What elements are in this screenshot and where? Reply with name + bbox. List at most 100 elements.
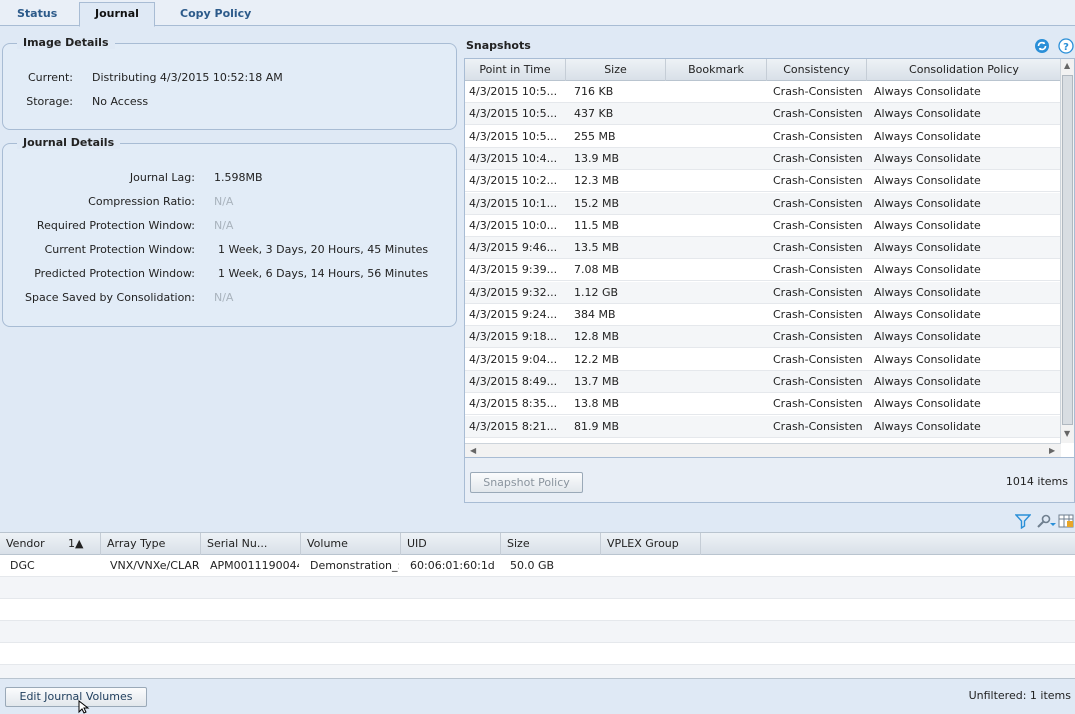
- volumes-footer: Edit Journal Volumes Unfiltered: 1 items: [0, 678, 1075, 714]
- consistency-cell: Crash-Consisten: [773, 419, 863, 433]
- point-in-time-cell: 4/3/2015 9:32...: [469, 285, 558, 299]
- size-cell: 81.9 MB: [574, 419, 620, 433]
- space-saved-label: Space Saved by Consolidation:: [25, 291, 195, 304]
- bookmark-cell: [671, 326, 765, 348]
- current-protection-window-value: 1 Week, 3 Days, 20 Hours, 45 Minutes: [218, 243, 429, 256]
- svg-text:?: ?: [1063, 42, 1069, 53]
- size-cell: 1.12 GB: [574, 285, 619, 299]
- scroll-right-icon[interactable]: ▶: [1049, 446, 1055, 455]
- size-cell: 13.5 MB: [574, 241, 620, 255]
- col-size[interactable]: Size: [566, 59, 666, 81]
- table-row[interactable]: 4/3/2015 10:2... 12.3 MB Crash-Consisten Al…: [465, 170, 1061, 193]
- vplex-group-cell: [610, 555, 699, 577]
- array-type-cell: VNX/VNXe/CLAR: [110, 559, 199, 572]
- table-row[interactable]: 4/3/2015 9:04... 12.2 MB Crash-Consisten Al…: [465, 349, 1061, 371]
- bookmark-cell: [671, 304, 765, 326]
- tab-journal[interactable]: Journal: [79, 2, 155, 27]
- predicted-protection-window-value: 1 Week, 6 Days, 14 Hours, 56 Minutes: [218, 267, 429, 280]
- col-bookmark[interactable]: Bookmark: [666, 59, 767, 81]
- col-vplex-group[interactable]: VPLEX Group: [601, 533, 701, 555]
- table-row[interactable]: 4/3/2015 9:39... 7.08 MB Crash-Consisten Al…: [465, 259, 1061, 282]
- size-cell: 11.5 MB: [574, 218, 620, 232]
- uid-cell: 60:06:01:60:1d: [410, 559, 495, 572]
- table-row[interactable]: 4/3/2015 8:49... 13.7 MB Crash-Consisten Al…: [465, 370, 1061, 393]
- sort-ascending-icon[interactable]: 1▲: [68, 533, 83, 554]
- scroll-up-icon[interactable]: ▲: [1064, 61, 1070, 70]
- mouse-cursor-icon: [78, 699, 90, 714]
- point-in-time-cell: 4/3/2015 9:18...: [469, 330, 558, 344]
- scroll-thumb[interactable]: [1062, 75, 1073, 425]
- point-in-time-cell: 4/3/2015 9:39...: [469, 263, 558, 277]
- table-row[interactable]: 4/3/2015 10:5... 255 MB Crash-Consisten Alw…: [465, 126, 1061, 148]
- snapshots-vertical-scrollbar[interactable]: ▲ ▼: [1060, 59, 1074, 443]
- help-icon[interactable]: ?: [1058, 38, 1074, 54]
- point-in-time-cell: 4/3/2015 10:5...: [469, 129, 558, 143]
- consistency-cell: Crash-Consisten: [773, 107, 863, 121]
- table-row[interactable]: 4/3/2015 10:1... 15.2 MB Crash-Consisten Al…: [465, 192, 1061, 215]
- table-row[interactable]: 4/3/2015 10:5... 716 KB Crash-Consisten Alw…: [465, 81, 1061, 103]
- empty-row: [0, 599, 1075, 621]
- size-cell: 716 KB: [574, 85, 614, 98]
- col-serial-number[interactable]: Serial Nu...: [201, 533, 301, 555]
- consistency-cell: Crash-Consisten: [773, 151, 863, 165]
- size-cell: 384 MB: [574, 308, 616, 321]
- bookmark-cell: [671, 103, 765, 125]
- snapshot-items-count: 1014 items: [1005, 475, 1068, 488]
- col-consistency[interactable]: Consistency: [767, 59, 867, 81]
- table-row[interactable]: 4/3/2015 9:32... 1.12 GB Crash-Consisten Al…: [465, 281, 1061, 304]
- table-row[interactable]: 4/3/2015 9:24... 384 MB Crash-Consisten Alw…: [465, 304, 1061, 326]
- consolidation-policy-cell: Always Consolidate: [874, 85, 981, 98]
- required-protection-window-value: N/A: [214, 219, 234, 232]
- image-details-panel: Image Details Current: Distributing 4/3/…: [2, 36, 457, 130]
- bookmark-cell: [671, 259, 765, 281]
- volume-cell: Demonstration_:: [310, 559, 399, 572]
- journal-details-panel: Journal Details Journal Lag: 1.598MB Com…: [2, 136, 457, 327]
- table-row[interactable]: 4/3/2015 9:18... 12.8 MB Crash-Consisten Al…: [465, 326, 1061, 349]
- table-row[interactable]: DGC VNX/VNXe/CLAR APM0011190044 Demonstr…: [0, 555, 1075, 577]
- point-in-time-cell: 4/3/2015 9:04...: [469, 352, 558, 366]
- scroll-down-icon[interactable]: ▼: [1064, 429, 1070, 438]
- columns-icon[interactable]: [1058, 513, 1074, 529]
- col-volume[interactable]: Volume: [301, 533, 401, 555]
- serial-number-cell: APM0011190044: [210, 559, 299, 572]
- table-row[interactable]: 4/3/2015 10:5... 437 KB Crash-Consisten Alw…: [465, 103, 1061, 126]
- consolidation-policy-cell: Always Consolidate: [874, 129, 981, 143]
- image-details-legend: Image Details: [17, 36, 115, 49]
- edit-journal-volumes-button[interactable]: Edit Journal Volumes: [5, 687, 147, 707]
- consolidation-policy-cell: Always Consolidate: [874, 196, 981, 210]
- snapshots-horizontal-scrollbar[interactable]: ◀ ▶: [465, 443, 1061, 457]
- col-vendor-label: Vendor: [6, 537, 45, 550]
- size-cell: 13.7 MB: [574, 374, 620, 388]
- point-in-time-cell: 4/3/2015 10:4...: [469, 151, 558, 165]
- journal-lag-label: Journal Lag:: [129, 171, 195, 184]
- tools-icon[interactable]: [1036, 513, 1056, 529]
- consistency-cell: Crash-Consisten: [773, 218, 863, 232]
- col-uid[interactable]: UID: [401, 533, 501, 555]
- consistency-cell: Crash-Consisten: [773, 374, 863, 388]
- tab-copy-policy[interactable]: Copy Policy: [165, 2, 266, 26]
- bookmark-cell: [671, 215, 765, 237]
- table-row[interactable]: 4/3/2015 10:0... 11.5 MB Crash-Consisten Al…: [465, 215, 1061, 237]
- table-row[interactable]: 4/3/2015 8:21... 81.9 MB Crash-Consisten Al…: [465, 415, 1061, 438]
- empty-row: [0, 621, 1075, 643]
- snapshot-policy-button[interactable]: Snapshot Policy: [470, 472, 583, 493]
- consistency-cell: Crash-Consisten: [773, 85, 863, 98]
- col-consolidation-policy[interactable]: Consolidation Policy: [867, 59, 1061, 81]
- consolidation-policy-cell: Always Consolidate: [874, 330, 981, 344]
- bookmark-cell: [671, 237, 765, 259]
- col-array-type[interactable]: Array Type: [101, 533, 201, 555]
- table-row[interactable]: 4/3/2015 9:46... 13.5 MB Crash-Consisten Al…: [465, 237, 1061, 260]
- col-point-in-time[interactable]: Point in Time: [465, 59, 566, 81]
- size-cell: 13.9 MB: [574, 151, 620, 165]
- scroll-left-icon[interactable]: ◀: [470, 446, 476, 455]
- col-volume-size[interactable]: Size: [501, 533, 601, 555]
- space-saved-value: N/A: [214, 291, 234, 304]
- consolidation-policy-cell: Always Consolidate: [874, 174, 981, 188]
- filter-icon[interactable]: [1014, 513, 1032, 530]
- table-row[interactable]: 4/3/2015 8:35... 13.8 MB Crash-Consisten Al…: [465, 393, 1061, 416]
- table-row[interactable]: 4/3/2015 10:4... 13.9 MB Crash-Consisten Al…: [465, 147, 1061, 170]
- refresh-icon[interactable]: [1034, 38, 1050, 54]
- col-vendor[interactable]: Vendor 1▲: [0, 533, 101, 555]
- size-cell: 255 MB: [574, 129, 616, 143]
- tab-status[interactable]: Status: [2, 2, 72, 26]
